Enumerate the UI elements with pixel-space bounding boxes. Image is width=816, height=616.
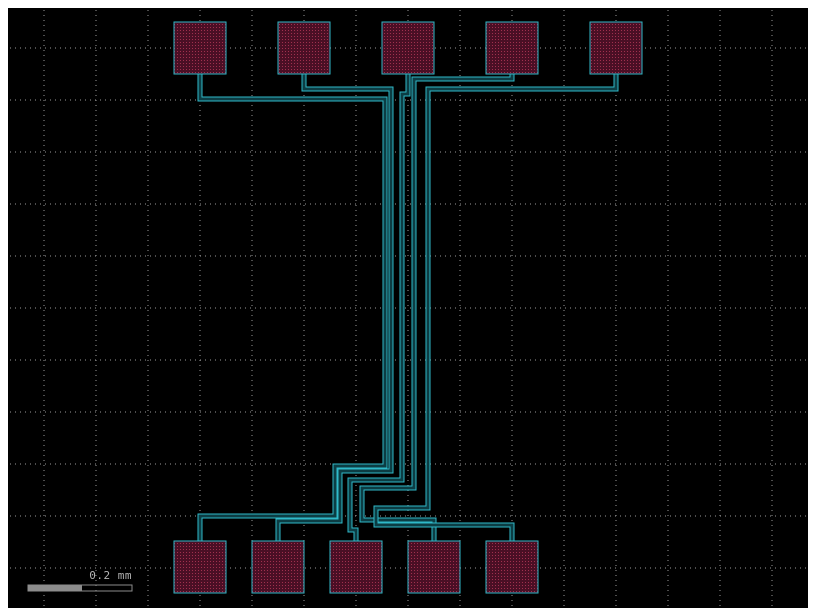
bottom-bond-pad-2[interactable] <box>251 540 305 594</box>
bottom-bond-pad-5[interactable] <box>485 540 539 594</box>
bottom-bond-pad-1[interactable] <box>173 540 227 594</box>
top-bond-pad-2[interactable] <box>277 21 331 75</box>
scale-bar-label: 0.2 mm <box>89 569 132 582</box>
top-bond-pad-4[interactable] <box>485 21 539 75</box>
bottom-bond-pad-3[interactable] <box>329 540 383 594</box>
top-bond-pad-5[interactable] <box>589 21 643 75</box>
scale-bar-fill <box>28 585 82 591</box>
top-bond-pad-1[interactable] <box>173 21 227 75</box>
bottom-bond-pad-4[interactable] <box>407 540 461 594</box>
layout-viewport[interactable]: 0.2 mm <box>0 0 816 616</box>
top-bond-pad-3[interactable] <box>381 21 435 75</box>
